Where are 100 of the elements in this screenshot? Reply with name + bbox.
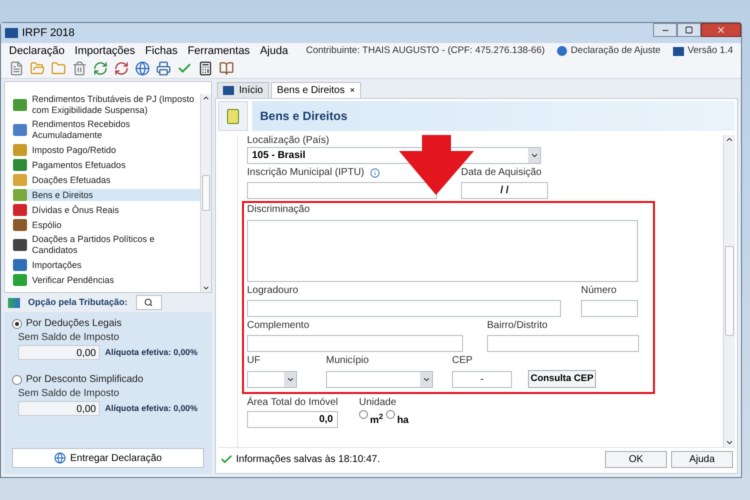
cep-field[interactable]: - (452, 371, 512, 388)
field-label: Discriminação (247, 204, 311, 216)
menu-item[interactable]: Fichas (145, 42, 178, 60)
maximize-button[interactable] (677, 23, 701, 37)
item-icon (13, 219, 27, 231)
text-area[interactable] (247, 220, 638, 282)
checkmark-icon (220, 453, 233, 466)
close-icon (716, 25, 726, 35)
item-icon (13, 204, 27, 216)
new-file-icon[interactable] (9, 61, 24, 76)
scroll-thumb[interactable] (725, 246, 734, 336)
item-icon (13, 159, 27, 171)
taxation-title: Opção pela Tributação: (28, 296, 128, 309)
field-label: Logradouro (247, 285, 300, 297)
taxpayer-info: Contribuinte: THAIS AUGUSTO - (CPF: 475.276.138-66) (306, 44, 545, 58)
radio-option[interactable]: ha (386, 410, 409, 428)
refresh-icon[interactable] (114, 61, 129, 76)
scroll-up-icon[interactable] (725, 135, 734, 144)
search-icon (144, 298, 154, 307)
close-button[interactable] (701, 23, 741, 37)
area-field[interactable]: 0,0 (247, 411, 338, 428)
radio-button[interactable] (359, 410, 368, 419)
sidebar-item[interactable]: Doações Efetuadas (13, 174, 200, 186)
field-label: Sem Saldo de Imposto (17, 332, 120, 344)
effective-rate: Alíquota efetiva: 0,00% (105, 346, 198, 359)
calculator-icon[interactable] (198, 61, 213, 76)
sidebar-item[interactable]: Imposto Pago/Retido (13, 144, 200, 156)
field-label: Inscrição Municipal (IPTU) (247, 167, 364, 179)
input-field[interactable] (247, 300, 561, 317)
item-icon (13, 189, 27, 201)
tab[interactable]: Bens e Direitos × (270, 82, 361, 98)
item-icon (13, 144, 27, 156)
input-field[interactable] (247, 182, 437, 199)
field-label: Bairro/Distrito (487, 320, 549, 332)
amount-field: 0,00 (18, 401, 100, 416)
field-label: Área Total do Imóvel (247, 397, 339, 409)
refresh-icon[interactable] (93, 61, 108, 76)
chevron-down-icon (528, 148, 540, 163)
date-field[interactable]: / / (461, 182, 548, 199)
menu-item[interactable]: Ajuda (260, 42, 288, 60)
sidebar-item[interactable]: Rendimentos Tributáveis de PJ (Imposto com Exigibilidade Suspensa) (13, 94, 200, 116)
panel-title: Bens e Direitos (260, 108, 348, 125)
input-field[interactable] (247, 335, 463, 352)
info-icon[interactable] (370, 168, 380, 178)
sidebar-item[interactable]: Verificar Pendências (13, 274, 200, 286)
close-tab-icon[interactable]: × (350, 84, 355, 98)
radio-option[interactable]: m$^{2}$ (359, 410, 384, 428)
sidebar-item[interactable]: Bens e Direitos (13, 189, 200, 201)
scrollbar[interactable] (723, 135, 735, 447)
sidebar-item[interactable]: Doações a Partidos Políticos e Candidatos (13, 234, 200, 256)
scroll-up-icon[interactable] (202, 94, 210, 102)
field-label: Data de Aquisição (461, 167, 543, 179)
field-label: Localização (País) (247, 135, 330, 147)
menu-item[interactable]: Declaração (9, 42, 65, 60)
open-folder-icon[interactable] (30, 61, 45, 76)
submit-declaration-button[interactable]: Entregar Declaração (12, 448, 204, 468)
chevron-down-icon (420, 372, 432, 387)
menu-item[interactable]: Ferramentas (188, 42, 250, 60)
field-label: UF (247, 355, 262, 367)
radio-option[interactable]: Por Deduções Legais (12, 316, 204, 331)
item-icon (13, 274, 27, 286)
status-message: Informações salvas às 18:10:47. (236, 453, 380, 467)
folder-icon[interactable] (51, 61, 66, 76)
trash-icon[interactable] (72, 61, 87, 76)
effective-rate: Alíquota efetiva: 0,00% (105, 402, 198, 415)
consult-cep-button[interactable]: Consulta CEP (528, 370, 596, 388)
book-icon[interactable] (219, 61, 234, 76)
sidebar-item[interactable]: Importações (13, 259, 200, 271)
dropdown[interactable] (326, 371, 433, 388)
scrollbar[interactable] (200, 94, 211, 292)
scroll-down-icon[interactable] (725, 438, 734, 447)
sidebar-item[interactable]: Pagamentos Efetuados (13, 159, 200, 171)
tab[interactable]: Início (217, 82, 269, 98)
input-field[interactable] (487, 335, 639, 352)
dialog-button[interactable]: OK (605, 451, 667, 468)
amount-field: 0,00 (18, 345, 100, 360)
field-label: CEP (452, 355, 474, 367)
window-title: IRPF 2018 (22, 26, 75, 41)
sidebar-item[interactable]: Rendimentos Recebidos Acumuladamente (13, 119, 200, 141)
dialog-button[interactable]: Ajuda (671, 451, 733, 468)
scroll-thumb[interactable] (202, 175, 210, 211)
radio-button[interactable] (12, 318, 22, 328)
sidebar-item[interactable]: Espólio (13, 219, 200, 231)
input-field[interactable] (581, 300, 638, 317)
search-button[interactable] (136, 295, 162, 310)
menu-item[interactable]: Importações (74, 42, 136, 60)
radio-option[interactable]: Por Desconto Simplificado (12, 372, 204, 387)
field-label: Complemento (247, 320, 310, 332)
chevron-down-icon (284, 372, 296, 387)
field-label: Sem Saldo de Imposto (17, 388, 120, 400)
declaration-type: Declaração de Ajuste (570, 44, 661, 58)
radio-button[interactable] (12, 374, 22, 384)
printer-icon[interactable] (156, 61, 171, 76)
radio-button[interactable] (386, 410, 396, 419)
dropdown[interactable] (247, 371, 297, 388)
globe-icon (54, 452, 66, 464)
sidebar-item[interactable]: Dívidas e Ônus Reais (13, 204, 200, 216)
globe-icon[interactable] (135, 61, 150, 76)
scroll-down-icon[interactable] (202, 284, 210, 292)
version-label: Versão 1.4 (688, 44, 733, 58)
